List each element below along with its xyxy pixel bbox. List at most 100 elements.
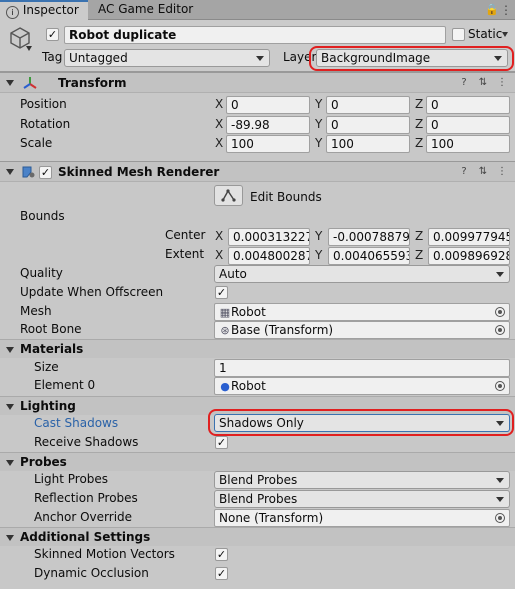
material-sphere-icon: ● xyxy=(220,380,230,393)
y-label: Y xyxy=(315,229,323,243)
scale-z-input[interactable]: 100 xyxy=(426,135,510,153)
scale-x-input[interactable]: 100 xyxy=(226,135,310,153)
update-offscreen-label: Update When Offscreen xyxy=(20,285,164,299)
root-bone-object-field[interactable]: ⊛Base (Transform) xyxy=(214,321,510,339)
skinned-mesh-renderer-header[interactable]: ✓ Skinned Mesh Renderer ? ⇅ ⋮ xyxy=(0,161,515,182)
help-icon[interactable]: ? xyxy=(458,166,470,178)
size-label: Size xyxy=(34,360,59,374)
probes-title: Probes xyxy=(20,455,67,469)
materials-title: Materials xyxy=(20,342,84,356)
foldout-arrow-icon[interactable] xyxy=(6,169,14,175)
foldout-arrow-icon[interactable] xyxy=(6,460,14,466)
object-picker-icon[interactable] xyxy=(495,325,505,335)
mesh-value: Robot xyxy=(231,305,266,319)
foldout-arrow-icon[interactable] xyxy=(6,404,14,410)
center-z-input[interactable]: 0.009977945 xyxy=(428,228,510,246)
position-y-input[interactable]: 0 xyxy=(326,96,410,114)
update-offscreen-checkbox[interactable]: ✓ xyxy=(215,286,228,299)
kebab-menu-icon[interactable]: ⋮ xyxy=(500,3,512,17)
chevron-down-icon xyxy=(496,497,504,502)
receive-shadows-checkbox[interactable]: ✓ xyxy=(215,436,228,449)
static-dropdown-arrow[interactable] xyxy=(502,26,508,37)
skinned-motion-vectors-checkbox[interactable]: ✓ xyxy=(215,548,228,561)
tab-ac-game-editor[interactable]: AC Game Editor xyxy=(92,0,199,20)
reflection-probes-value: Blend Probes xyxy=(219,492,298,506)
extent-label: Extent xyxy=(165,247,205,261)
icon-dropdown-arrow[interactable] xyxy=(26,46,32,51)
mesh-label: Mesh xyxy=(20,304,52,318)
object-picker-icon[interactable] xyxy=(495,513,505,523)
tag-dropdown[interactable]: Untagged xyxy=(64,49,270,67)
tag-value: Untagged xyxy=(69,51,128,65)
center-x-input[interactable]: 0.0003132273 xyxy=(228,228,310,246)
lighting-title: Lighting xyxy=(20,399,76,413)
transform-icon xyxy=(22,75,38,91)
rotation-label: Rotation xyxy=(20,117,71,131)
root-bone-value: Base (Transform) xyxy=(231,323,334,337)
mesh-object-field[interactable]: ▦Robot xyxy=(214,303,510,321)
position-z-input[interactable]: 0 xyxy=(426,96,510,114)
dynamic-occlusion-checkbox[interactable]: ✓ xyxy=(215,567,228,580)
preset-icon[interactable]: ⇅ xyxy=(477,166,489,178)
reflection-probes-dropdown[interactable]: Blend Probes xyxy=(214,490,510,508)
static-label: Static xyxy=(468,27,503,41)
rotation-z-input[interactable]: 0 xyxy=(426,116,510,134)
materials-foldout[interactable]: Materials xyxy=(0,339,515,358)
rotation-x-input[interactable]: -89.98 xyxy=(226,116,310,134)
object-picker-icon[interactable] xyxy=(495,381,505,391)
anchor-override-value: None (Transform) xyxy=(219,511,324,525)
layer-highlight-annotation xyxy=(309,46,514,71)
cast-shadows-label: Cast Shadows xyxy=(34,416,119,430)
preset-icon[interactable]: ⇅ xyxy=(477,77,489,89)
additional-settings-title: Additional Settings xyxy=(20,530,151,544)
lock-icon[interactable]: 🔒 xyxy=(485,4,499,16)
quality-dropdown[interactable]: Auto xyxy=(214,265,510,283)
bounds-label: Bounds xyxy=(20,209,65,223)
transform-header[interactable]: Transform ? ⇅ ⋮ xyxy=(0,72,515,93)
additional-settings-foldout[interactable]: Additional Settings xyxy=(0,527,515,546)
dynamic-occlusion-label: Dynamic Occlusion xyxy=(34,566,149,580)
y-label: Y xyxy=(315,248,323,262)
element0-object-field[interactable]: ●Robot xyxy=(214,377,510,395)
materials-size-input[interactable]: 1 xyxy=(214,359,510,377)
reflection-probes-label: Reflection Probes xyxy=(34,491,138,505)
light-probes-value: Blend Probes xyxy=(219,473,298,487)
component-menu-icon[interactable]: ⋮ xyxy=(496,77,508,89)
help-icon[interactable]: ? xyxy=(458,77,470,89)
object-name-input[interactable]: Robot duplicate xyxy=(64,26,446,44)
transform-body: Position X 0 Y 0 Z 0 Rotation X -89.98 Y… xyxy=(0,95,515,155)
x-label: X xyxy=(215,229,224,243)
rotation-y-input[interactable]: 0 xyxy=(326,116,410,134)
foldout-arrow-icon[interactable] xyxy=(6,80,14,86)
tab-inspector-label: Inspector xyxy=(22,3,79,17)
x-label: X xyxy=(215,248,224,262)
receive-shadows-label: Receive Shadows xyxy=(34,435,139,449)
position-label: Position xyxy=(20,97,67,111)
position-x-input[interactable]: 0 xyxy=(226,96,310,114)
light-probes-label: Light Probes xyxy=(34,472,109,486)
smr-enabled-checkbox[interactable]: ✓ xyxy=(39,166,52,179)
edit-bounds-label: Edit Bounds xyxy=(250,190,322,204)
chevron-down-icon xyxy=(256,56,264,61)
static-checkbox[interactable] xyxy=(452,28,465,41)
foldout-arrow-icon[interactable] xyxy=(6,535,14,541)
quality-value: Auto xyxy=(219,267,247,281)
scale-y-input[interactable]: 100 xyxy=(326,135,410,153)
extent-y-input[interactable]: 0.004065593 xyxy=(328,247,410,265)
center-label: Center xyxy=(165,228,206,242)
object-picker-icon[interactable] xyxy=(495,307,505,317)
scale-label: Scale xyxy=(20,136,53,150)
extent-x-input[interactable]: 0.004800287 xyxy=(228,247,310,265)
object-header: ✓ Robot duplicate Static Tag Untagged La… xyxy=(0,20,515,72)
active-checkbox[interactable]: ✓ xyxy=(46,28,59,41)
edit-bounds-button[interactable] xyxy=(214,185,243,206)
anchor-override-object-field[interactable]: None (Transform) xyxy=(214,509,510,527)
center-y-input[interactable]: -0.0007887937 xyxy=(328,228,410,246)
extent-z-input[interactable]: 0.009896928 xyxy=(428,247,510,265)
element0-label: Element 0 xyxy=(34,378,96,392)
probes-foldout[interactable]: Probes xyxy=(0,452,515,471)
foldout-arrow-icon[interactable] xyxy=(6,347,14,353)
component-menu-icon[interactable]: ⋮ xyxy=(496,166,508,178)
tab-inspector[interactable]: i Inspector xyxy=(0,0,88,20)
light-probes-dropdown[interactable]: Blend Probes xyxy=(214,471,510,489)
